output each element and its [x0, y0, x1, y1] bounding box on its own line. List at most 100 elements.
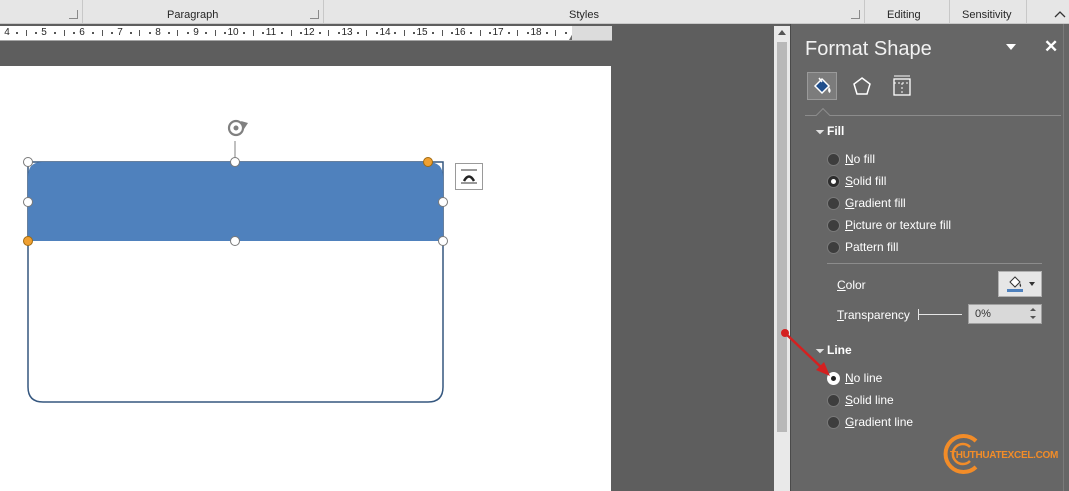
- option-label: Gradient fill: [845, 196, 906, 210]
- tab-effects[interactable]: [847, 72, 877, 100]
- ruler-tick: [281, 32, 284, 34]
- fill-heading: Fill: [827, 124, 845, 138]
- ruler-tick: [224, 32, 227, 34]
- transparency-label: Transparency: [837, 308, 910, 322]
- document-scrollbar[interactable]: [774, 26, 790, 491]
- radio-button[interactable]: [827, 393, 840, 407]
- horizontal-ruler[interactable]: 4 5 6 7 8 9 10 11 12 13 14 15 16 17 18: [0, 26, 612, 41]
- fill-option-no-fill[interactable]: No fill: [827, 151, 875, 167]
- ruler-margin: [572, 26, 612, 40]
- chevron-down-icon[interactable]: [1029, 282, 1035, 286]
- scroll-up-icon[interactable]: [778, 30, 786, 35]
- option-label: Solid fill: [845, 174, 887, 188]
- radio-button[interactable]: [827, 240, 840, 254]
- fill-color-button[interactable]: [998, 271, 1042, 297]
- spin-up-icon[interactable]: [1030, 308, 1036, 311]
- paragraph-dialog-launcher[interactable]: [310, 10, 319, 19]
- ruler-tick: [328, 30, 330, 36]
- color-label: Color: [837, 278, 866, 292]
- ruler-tick: [470, 32, 473, 34]
- ruler-tick: [413, 32, 416, 34]
- ruler-number: 18: [530, 27, 542, 38]
- pane-scrollbar[interactable]: [1063, 24, 1069, 491]
- transparency-spinner[interactable]: 0%: [968, 304, 1042, 324]
- ribbon-separator: [1026, 0, 1027, 24]
- ruler-number: 11: [265, 27, 277, 38]
- tab-size-properties[interactable]: [887, 72, 917, 100]
- ruler-tick: [205, 32, 208, 34]
- fill-section-header[interactable]: Fill: [815, 124, 845, 138]
- fill-option-pattern-fill[interactable]: Pattern fill: [827, 239, 898, 255]
- ruler-tick: [54, 32, 57, 34]
- ruler-tick: [167, 32, 170, 34]
- option-label: Solid line: [845, 393, 894, 407]
- option-label: Gradient line: [845, 415, 914, 429]
- tab-fill-line[interactable]: [807, 72, 837, 100]
- pane-title: Format Shape: [805, 38, 932, 60]
- layout-options-button[interactable]: [455, 163, 483, 190]
- resize-handle: [23, 197, 33, 207]
- ruler-number: 13: [341, 27, 353, 38]
- ruler-tick: [63, 30, 65, 36]
- transparency-slider[interactable]: [918, 314, 962, 315]
- styles-dialog-launcher[interactable]: [851, 10, 860, 19]
- font-dialog-launcher[interactable]: [69, 10, 78, 19]
- ruler-tick: [356, 32, 359, 34]
- ruler-tick: [403, 30, 405, 36]
- ruler-tick: [526, 32, 529, 34]
- resize-handle: [230, 236, 240, 246]
- ruler-number: 17: [492, 27, 504, 38]
- fill-option-gradient-fill[interactable]: Gradient fill: [827, 195, 906, 211]
- selected-shape[interactable]: [0, 110, 500, 410]
- radio-button[interactable]: [827, 152, 840, 166]
- pane-options-icon[interactable]: [1006, 44, 1016, 50]
- ruler-tick: [129, 32, 132, 34]
- radio-button[interactable]: [827, 196, 840, 210]
- radio-button[interactable]: [827, 174, 840, 188]
- ruler-tick: [555, 30, 557, 36]
- ruler-tick: [366, 30, 368, 36]
- resize-handle: [438, 197, 448, 207]
- ruler-tick: [517, 30, 519, 36]
- ruler-number: 6: [79, 27, 85, 38]
- close-icon[interactable]: ✕: [1044, 37, 1058, 57]
- ruler-tick: [545, 32, 548, 34]
- ruler-tick: [252, 30, 254, 36]
- adjust-handle: [23, 236, 33, 246]
- ruler-tick: [243, 32, 246, 34]
- ruler-tick: [110, 32, 113, 34]
- fill-option-picture-texture[interactable]: Picture or texture fill: [827, 217, 951, 233]
- ruler-tick: [92, 32, 95, 34]
- ruler-number: 7: [117, 27, 123, 38]
- radio-button[interactable]: [827, 218, 840, 232]
- ruler-tick: [337, 32, 340, 34]
- line-option-solid-line[interactable]: Solid line: [827, 392, 894, 408]
- ruler-number: 5: [41, 27, 47, 38]
- ruler-number: 10: [227, 27, 239, 38]
- ruler-tick: [16, 32, 19, 34]
- ruler-number: 14: [379, 27, 391, 38]
- ribbon-group-label: Editing: [887, 9, 921, 21]
- ruler-tick: [290, 30, 292, 36]
- ruler-number: 9: [193, 27, 199, 38]
- color-swatch: [1007, 289, 1023, 292]
- ribbon-group-styles: Styles: [324, 0, 864, 24]
- ruler-tick: [451, 32, 454, 34]
- fill-option-solid-fill[interactable]: Solid fill: [827, 173, 886, 189]
- ribbon: Paragraph Styles Editing Sensitivity: [0, 0, 1069, 24]
- ribbon-group-editing[interactable]: Editing: [865, 0, 949, 24]
- transparency-value: 0%: [975, 308, 991, 320]
- option-label: No line: [845, 371, 883, 385]
- collapse-triangle-icon: [815, 125, 825, 135]
- option-label: No fill: [845, 152, 876, 166]
- spin-down-icon[interactable]: [1030, 316, 1036, 319]
- ribbon-group-sensitivity[interactable]: Sensitivity: [950, 0, 1026, 24]
- ruler-tick: [488, 32, 491, 34]
- ruler-tick: [35, 32, 38, 34]
- watermark-logo: THUTHUATEXCEL.COM: [940, 433, 1058, 475]
- line-option-gradient-line[interactable]: Gradient line: [827, 414, 913, 430]
- radio-button[interactable]: [827, 415, 840, 429]
- collapse-ribbon-icon[interactable]: [1054, 10, 1066, 18]
- tab-pointer: [815, 107, 831, 123]
- ruler-number: 16: [454, 27, 466, 38]
